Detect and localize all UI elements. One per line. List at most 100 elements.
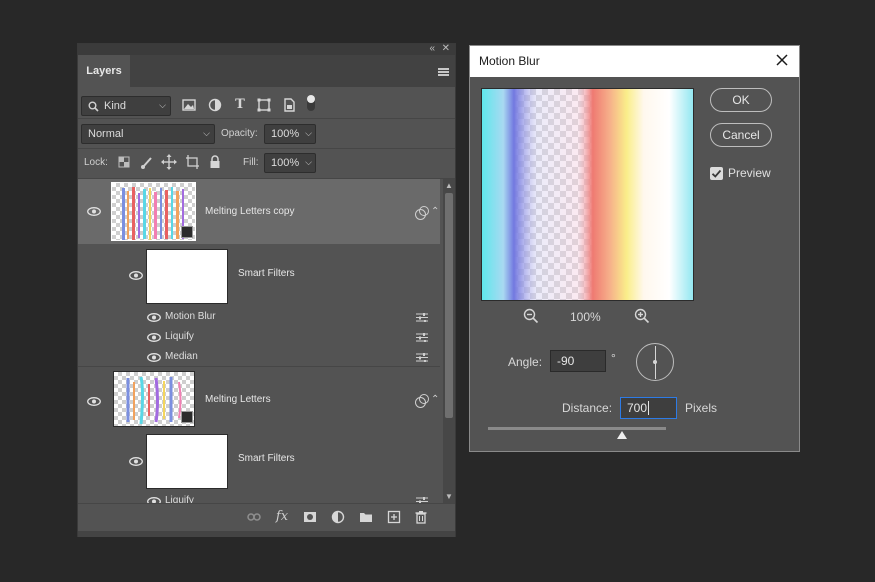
chevron-down-icon: ⌵ xyxy=(159,100,166,110)
opacity-input[interactable]: 100% ⌵ xyxy=(264,124,316,144)
panel-menu-icon[interactable] xyxy=(438,68,449,76)
chevron-up-icon[interactable]: ⌃ xyxy=(431,394,439,405)
lock-brush-icon[interactable] xyxy=(139,154,155,170)
zoom-in-icon[interactable] xyxy=(634,308,650,324)
filter-name: Median xyxy=(165,351,198,362)
smart-filter-mask-thumbnail xyxy=(146,434,228,489)
eye-icon[interactable] xyxy=(129,271,143,280)
zoom-out-icon[interactable] xyxy=(523,308,539,324)
preview-image xyxy=(482,89,693,300)
adjustment-filter-icon[interactable] xyxy=(207,97,223,113)
lock-all-icon[interactable] xyxy=(207,154,223,170)
eye-icon[interactable] xyxy=(147,333,161,342)
scroll-down-icon[interactable]: ▼ xyxy=(445,492,453,501)
close-panel-icon[interactable]: ✕ xyxy=(442,43,450,54)
dialog-title: Motion Blur xyxy=(479,54,540,68)
filter-kind-dropdown[interactable]: Kind ⌵ xyxy=(81,96,171,116)
chevron-down-icon: ⌵ xyxy=(305,128,312,138)
chevron-down-icon: ⌵ xyxy=(203,128,210,138)
cancel-button[interactable]: Cancel xyxy=(710,123,772,147)
eye-icon[interactable] xyxy=(147,313,161,322)
distance-label: Distance: xyxy=(562,401,613,415)
panel-tab-bar: Layers xyxy=(78,55,455,87)
filter-blending-options-icon[interactable] xyxy=(416,333,428,342)
filter-toggle-knob xyxy=(307,95,315,103)
layer-name[interactable]: Melting Letters xyxy=(205,394,271,405)
filter-item[interactable]: Median xyxy=(78,346,440,366)
lock-transparency-icon[interactable] xyxy=(116,154,132,170)
scroll-thumb[interactable] xyxy=(445,193,453,418)
type-filter-icon[interactable]: T xyxy=(232,97,248,113)
angle-unit: ° xyxy=(611,351,616,365)
distance-input[interactable]: 700 xyxy=(620,397,677,419)
lock-artboard-icon[interactable] xyxy=(184,154,200,170)
blend-mode-label: Normal xyxy=(88,128,124,140)
preview-label[interactable]: Preview xyxy=(728,166,771,180)
angle-dial-center xyxy=(653,360,657,364)
smart-filter-indicator-icon xyxy=(415,394,429,408)
layer-row[interactable]: Melting Letters copy ⌃ xyxy=(78,179,440,244)
eye-icon[interactable] xyxy=(87,207,101,216)
fill-value: 100% xyxy=(271,157,300,169)
shape-filter-icon[interactable] xyxy=(256,97,272,113)
eye-icon[interactable] xyxy=(87,397,101,406)
layers-scrollbar[interactable]: ▲ ▼ xyxy=(443,179,455,503)
trash-icon[interactable] xyxy=(414,510,428,524)
lock-move-icon[interactable] xyxy=(161,154,177,170)
motion-blur-dialog: Motion Blur 100% OK Cancel Preview Angle… xyxy=(469,45,800,452)
eye-icon[interactable] xyxy=(129,457,143,466)
filter-name: Motion Blur xyxy=(165,311,216,322)
angle-input[interactable]: -90 xyxy=(550,350,606,372)
filter-blending-options-icon[interactable] xyxy=(416,313,428,322)
layer-name[interactable]: Melting Letters copy xyxy=(205,206,295,217)
eye-icon[interactable] xyxy=(147,353,161,362)
add-mask-icon[interactable] xyxy=(303,510,317,524)
adjustment-layer-icon[interactable] xyxy=(331,510,345,524)
image-filter-icon[interactable] xyxy=(181,97,197,113)
blend-mode-dropdown[interactable]: Normal ⌵ xyxy=(81,124,215,144)
chevron-down-icon: ⌵ xyxy=(305,157,312,167)
checkmark-icon xyxy=(711,169,722,178)
filter-blending-options-icon[interactable] xyxy=(416,353,428,362)
filter-item[interactable]: Motion Blur xyxy=(78,306,440,326)
ok-button[interactable]: OK xyxy=(710,88,772,112)
folder-icon[interactable] xyxy=(359,510,373,524)
collapse-panel-icon[interactable]: « xyxy=(429,43,435,54)
smart-filters-row[interactable]: Smart Filters xyxy=(78,430,440,492)
distance-slider-track[interactable] xyxy=(488,427,666,430)
filter-preview[interactable] xyxy=(481,88,694,301)
distance-slider-handle[interactable] xyxy=(616,431,627,439)
filter-item[interactable]: Liquify xyxy=(78,326,440,346)
smart-filters-label: Smart Filters xyxy=(238,268,295,279)
smart-filters-row[interactable]: Smart Filters xyxy=(78,244,440,306)
smart-object-filter-icon[interactable] xyxy=(281,97,297,113)
tab-layers[interactable]: Layers xyxy=(78,55,130,87)
fx-icon[interactable]: fx xyxy=(275,510,289,524)
new-layer-icon[interactable] xyxy=(387,510,401,524)
close-icon[interactable] xyxy=(775,53,789,67)
layer-row[interactable]: Melting Letters ⌃ xyxy=(78,367,440,430)
angle-dial[interactable] xyxy=(636,343,674,381)
panel-top-strip: « ✕ xyxy=(78,43,455,55)
smart-filters-label: Smart Filters xyxy=(238,453,295,464)
filter-name: Liquify xyxy=(165,331,194,342)
angle-label: Angle: xyxy=(508,355,543,369)
opacity-value: 100% xyxy=(271,128,300,140)
preview-checkbox[interactable] xyxy=(710,167,723,180)
scroll-up-icon[interactable]: ▲ xyxy=(445,181,453,190)
zoom-level: 100% xyxy=(570,310,601,324)
dialog-titlebar[interactable]: Motion Blur xyxy=(470,46,799,77)
layers-bottom-bar: fx xyxy=(78,503,455,531)
layers-panel: « ✕ Layers Kind ⌵ T Normal ⌵ Opacity: 10… xyxy=(77,43,456,537)
smart-object-badge-icon xyxy=(181,411,193,423)
lock-label: Lock: xyxy=(84,157,108,168)
fill-label: Fill: xyxy=(243,157,259,168)
divider xyxy=(78,118,455,119)
text-caret xyxy=(648,401,650,415)
filter-item[interactable]: Liquify xyxy=(78,492,440,503)
link-layers-icon[interactable] xyxy=(247,510,261,524)
fill-input[interactable]: 100% ⌵ xyxy=(264,153,316,173)
chevron-up-icon[interactable]: ⌃ xyxy=(431,206,439,217)
opacity-label: Opacity: xyxy=(221,128,258,139)
filter-toggle-icon[interactable] xyxy=(307,95,315,111)
